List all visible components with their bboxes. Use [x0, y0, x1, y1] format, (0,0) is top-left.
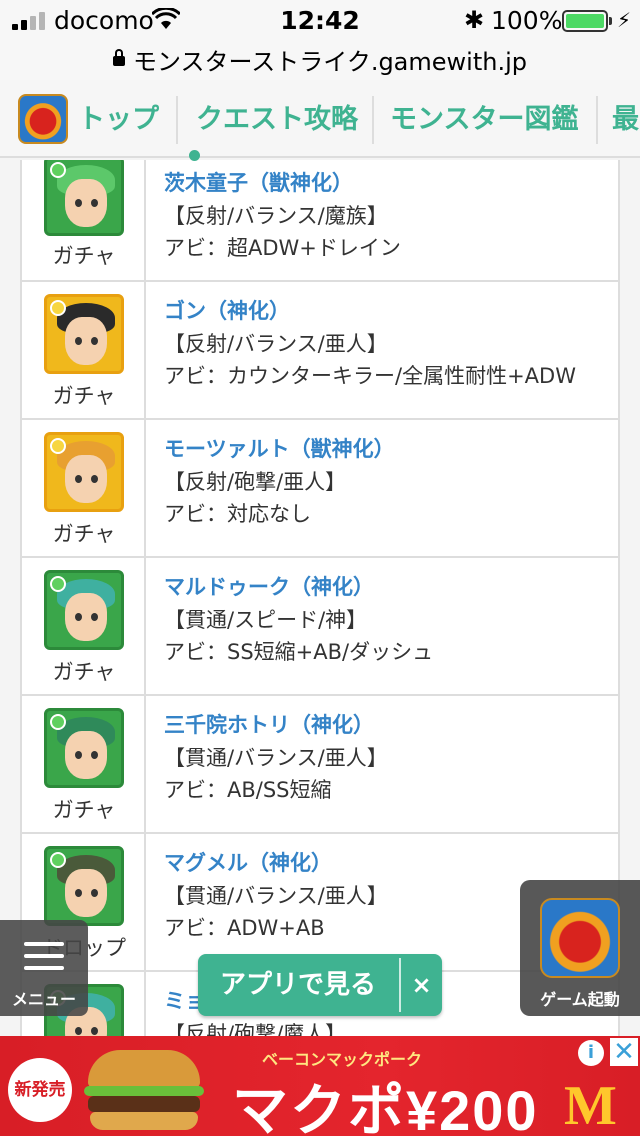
open-in-app-banner: アプリで見る × — [198, 954, 442, 1016]
url-bar[interactable]: モンスターストライク.gamewith.jp — [0, 40, 640, 80]
nav-monster-encyclopedia[interactable]: モンスター図鑑 — [390, 98, 578, 142]
monster-info: 茨木童子（獣神化） 【反射/バランス/魔族】 アビ：超ADW+ドレイン — [164, 166, 608, 264]
menu-label: メニュー — [11, 990, 76, 1009]
brand-logo-icon: M — [564, 1075, 617, 1136]
monster-type: 【反射/砲撃/亜人】 — [164, 470, 347, 494]
element-badge-icon — [50, 576, 66, 592]
site-logo-icon[interactable] — [18, 94, 68, 144]
monster-thumb-cell: ガチャ — [22, 558, 146, 694]
element-badge-icon — [50, 300, 66, 316]
monster-name-link[interactable]: 茨木童子（獣神化） — [164, 166, 608, 200]
lock-icon — [112, 49, 125, 66]
monster-ability: アビ：SS短縮+AB/ダッシュ — [164, 640, 434, 664]
ad-banner[interactable]: 新発売 ベーコンマックポーク マクポ¥200 M i ✕ — [0, 1036, 640, 1136]
monster-ability: アビ：AB/SS短縮 — [164, 778, 332, 802]
status-bar: docomo 12:42 ✱ 100% ⚡ — [0, 0, 640, 40]
monster-type: 【貫通/バランス/亜人】 — [164, 746, 388, 770]
monster-type: 【反射/バランス/亜人】 — [164, 332, 388, 356]
monster-ability: アビ：対応なし — [164, 502, 311, 526]
bluetooth-icon: ✱ — [464, 6, 485, 34]
obtain-method: ガチャ — [52, 244, 116, 268]
battery-cap — [609, 17, 612, 25]
monster-thumb-cell: ガチャ — [22, 160, 146, 280]
monster-info: マルドゥーク（神化） 【貫通/スピード/神】アビ：SS短縮+AB/ダッシュ — [164, 570, 608, 668]
monster-row[interactable]: ガチャ マルドゥーク（神化） 【貫通/スピード/神】アビ：SS短縮+AB/ダッシュ — [22, 558, 618, 696]
monster-type: 【貫通/スピード/神】 — [164, 608, 368, 632]
monster-thumb-cell: ガチャ — [22, 420, 146, 556]
ad-info-icon[interactable]: i — [578, 1040, 604, 1066]
site-nav: トップ クエスト攻略 モンスター図鑑 最 — [0, 80, 640, 158]
element-badge-icon — [50, 162, 66, 178]
menu-button[interactable]: メニュー — [0, 920, 88, 1016]
nav-top[interactable]: トップ — [78, 98, 159, 142]
monster-name-link[interactable]: マグメル（神化） — [164, 846, 608, 880]
element-badge-icon — [50, 852, 66, 868]
monster-ability: アビ：カウンターキラー/全属性耐性+ADW — [164, 364, 576, 388]
monster-name-link[interactable]: 三千院ホトリ（神化） — [164, 708, 608, 742]
nav-divider — [372, 96, 374, 144]
monster-info: モーツァルト（獣神化） 【反射/砲撃/亜人】 アビ：対応なし — [164, 432, 608, 530]
ad-close-icon[interactable]: ✕ — [610, 1038, 638, 1066]
ad-new-badge: 新発売 — [8, 1058, 72, 1122]
monster-thumbnail[interactable] — [44, 708, 124, 788]
nav-latest[interactable]: 最 — [612, 98, 639, 142]
ad-headline: マクポ¥200 — [232, 1079, 539, 1136]
monster-name-link[interactable]: マルドゥーク（神化） — [164, 570, 608, 604]
element-badge-icon — [50, 438, 66, 454]
monster-name-link[interactable]: ゴン（神化） — [164, 294, 608, 328]
obtain-method: ガチャ — [52, 798, 116, 822]
monster-thumbnail[interactable] — [44, 432, 124, 512]
launch-game-button[interactable]: ゲーム起動 — [520, 880, 640, 1016]
nav-active-indicator — [189, 150, 200, 161]
charging-icon: ⚡ — [617, 8, 632, 32]
monster-thumbnail[interactable] — [44, 160, 124, 236]
burger-image — [84, 1050, 204, 1134]
monster-info: ゴン（神化） 【反射/バランス/亜人】アビ：カウンターキラー/全属性耐性+ADW — [164, 294, 608, 392]
monster-strike-app-icon — [540, 898, 620, 978]
monster-thumb-cell: ガチャ — [22, 282, 146, 418]
monster-name-link[interactable]: モーツァルト（獣神化） — [164, 432, 608, 466]
battery-icon — [562, 10, 608, 32]
obtain-method: ガチャ — [52, 660, 116, 684]
monster-row[interactable]: ガチャ 三千院ホトリ（神化） 【貫通/バランス/亜人】 アビ：AB/SS短縮 — [22, 696, 618, 834]
monster-row[interactable]: ガチャ ゴン（神化） 【反射/バランス/亜人】アビ：カウンターキラー/全属性耐性+A… — [22, 282, 618, 420]
nav-quest-guide[interactable]: クエスト攻略 — [196, 98, 358, 142]
monster-thumbnail[interactable] — [44, 846, 124, 926]
monster-info: 三千院ホトリ（神化） 【貫通/バランス/亜人】 アビ：AB/SS短縮 — [164, 708, 608, 806]
monster-thumbnail[interactable] — [44, 294, 124, 374]
nav-divider — [176, 96, 178, 144]
nav-divider — [596, 96, 598, 144]
monster-row[interactable]: ガチャ 茨木童子（獣神化） 【反射/バランス/魔族】 アビ：超ADW+ドレイン — [22, 160, 618, 282]
monster-ability: アビ：超ADW+ドレイン — [164, 236, 401, 260]
hamburger-icon — [24, 942, 64, 978]
obtain-method: ガチャ — [52, 522, 116, 546]
element-badge-icon — [50, 714, 66, 730]
monster-row[interactable]: ガチャ モーツァルト（獣神化） 【反射/砲撃/亜人】 アビ：対応なし — [22, 420, 618, 558]
open-in-app-button[interactable]: アプリで見る — [198, 954, 398, 1016]
monster-thumbnail[interactable] — [44, 570, 124, 650]
launch-game-label: ゲーム起動 — [540, 990, 620, 1009]
battery-percent: 100% — [491, 6, 563, 35]
monster-thumb-cell: ガチャ — [22, 696, 146, 832]
url-text: モンスターストライク.gamewith.jp — [132, 48, 527, 76]
obtain-method: ガチャ — [52, 384, 116, 408]
monster-type: 【反射/バランス/魔族】 — [164, 204, 388, 228]
close-app-banner-button[interactable]: × — [401, 954, 442, 1016]
